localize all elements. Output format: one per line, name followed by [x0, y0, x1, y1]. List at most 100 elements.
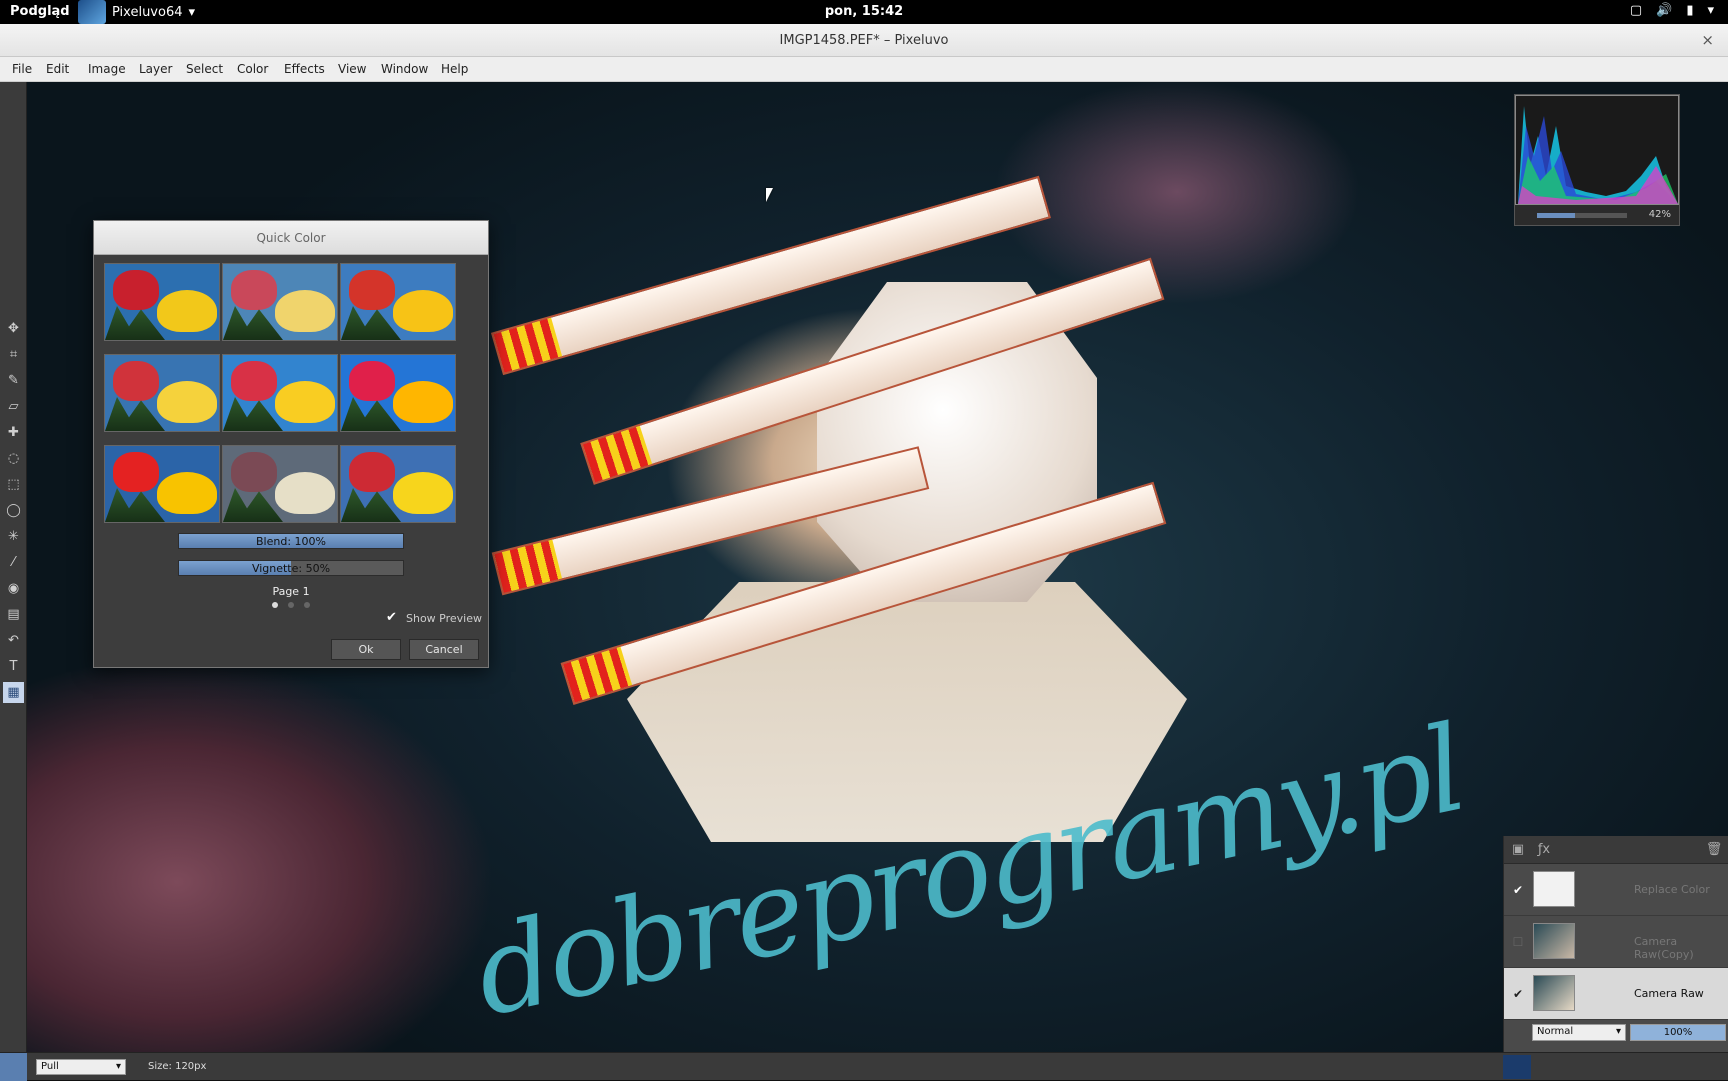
checkmark-icon: ✔ — [386, 610, 397, 625]
tool-mode-value: Pull — [41, 1061, 59, 1072]
battery-icon[interactable]: ▮ — [1686, 3, 1693, 18]
preset-thumbnail[interactable] — [340, 354, 456, 432]
layer-row[interactable]: ✔ Replace Color — [1504, 864, 1728, 916]
histogram-zoom[interactable]: 42% — [1519, 209, 1675, 223]
status-bar: Pull ▾ Size: 120px — [0, 1052, 1728, 1081]
vignette-label: Vignette: 50% — [251, 562, 331, 575]
page-dot[interactable] — [288, 602, 294, 608]
preset-thumbnail[interactable] — [104, 445, 220, 523]
preset-thumbnail[interactable] — [104, 354, 220, 432]
layer-visibility-checkbox[interactable]: ✔ — [1510, 986, 1526, 1002]
layer-name: Camera Raw — [1634, 987, 1704, 1000]
window-titlebar: IMGP1458.PEF* – Pixeluvo × — [0, 24, 1728, 57]
layer-visibility-checkbox[interactable]: ☐ — [1510, 934, 1526, 950]
chevron-down-icon[interactable]: ▾ — [1707, 3, 1714, 18]
navigator-icon[interactable] — [1503, 1055, 1531, 1079]
grid-toggle[interactable] — [0, 1053, 27, 1081]
pixeluvo-app-icon — [78, 0, 106, 24]
mouse-cursor — [766, 188, 780, 202]
app-menu[interactable]: Pixeluvo64 ▾ — [78, 0, 195, 24]
page-dot[interactable] — [272, 602, 278, 608]
blend-mode-select[interactable]: Normal ▾ — [1532, 1024, 1626, 1041]
page-label: Page 1 — [272, 585, 310, 598]
ok-button[interactable]: Ok — [331, 639, 401, 660]
menu-effects[interactable]: Effects — [284, 62, 325, 76]
marquee-icon[interactable]: ⬚ — [3, 474, 24, 495]
eye-icon[interactable]: ◉ — [3, 578, 24, 599]
clone-icon[interactable]: ✚ — [3, 422, 24, 443]
show-preview-label: Show Preview — [406, 611, 482, 625]
window-title: IMGP1458.PEF* – Pixeluvo — [779, 33, 949, 48]
window-icon[interactable]: ▢ — [1630, 3, 1642, 18]
blend-label: Blend: 100% — [256, 535, 326, 548]
preset-thumbnail[interactable] — [104, 263, 220, 341]
layers-toolbar: ▣ ƒx 🗑 — [1504, 836, 1728, 864]
mesh-icon[interactable]: ▦ — [3, 682, 24, 703]
text-icon[interactable]: T — [3, 656, 24, 677]
clock[interactable]: pon, 15:42 — [0, 4, 1728, 19]
blend-mode-value: Normal — [1537, 1026, 1574, 1037]
layer-row[interactable]: ☐ Camera Raw(Copy) — [1504, 916, 1728, 968]
activities-label[interactable]: Podgląd — [10, 4, 70, 19]
lasso-icon[interactable]: ◌ — [3, 448, 24, 469]
tool-panel: ✥ ⌗ ✎ ▱ ✚ ◌ ⬚ ◯ ✳ ⁄ ◉ ▤ ↶ T ▦ — [0, 82, 27, 1052]
preset-thumbnail[interactable] — [222, 445, 338, 523]
layer-row[interactable]: ✔ Camera Raw — [1504, 968, 1728, 1020]
undo-icon[interactable]: ↶ — [3, 630, 24, 651]
vignette-slider[interactable]: Vignette: 50% — [178, 560, 404, 576]
histogram-plot — [1515, 95, 1679, 205]
layer-opacity-slider[interactable]: 100% — [1630, 1024, 1726, 1041]
histogram-panel: 42% — [1514, 94, 1680, 226]
menu-edit[interactable]: Edit — [46, 62, 69, 76]
brush-icon[interactable]: ✎ — [3, 370, 24, 391]
wand-icon[interactable]: ✳ — [3, 526, 24, 547]
app-menu-label: Pixeluvo64 — [112, 4, 183, 20]
system-topbar: Podgląd Pixeluvo64 ▾ pon, 15:42 ▢ 🔊 ▮ ▾ — [0, 0, 1728, 24]
layer-thumbnail — [1533, 975, 1575, 1011]
cancel-button[interactable]: Cancel — [409, 639, 479, 660]
layer-name: Replace Color — [1634, 883, 1710, 896]
blend-slider[interactable]: Blend: 100% — [178, 533, 404, 549]
menu-image[interactable]: Image — [88, 62, 126, 76]
layer-name: Camera Raw(Copy) — [1634, 935, 1694, 961]
chevron-down-icon: ▾ — [1615, 1026, 1621, 1037]
menu-color[interactable]: Color — [237, 62, 268, 76]
zoom-slider[interactable] — [1537, 213, 1627, 218]
tool-mode-select[interactable]: Pull ▾ — [36, 1059, 126, 1075]
close-icon[interactable]: × — [1701, 31, 1714, 49]
menu-bar: File Edit Image Layer Select Color Effec… — [0, 57, 1728, 82]
move-icon[interactable]: ✥ — [3, 318, 24, 339]
menu-file[interactable]: File — [12, 62, 32, 76]
preset-thumbnail[interactable] — [340, 445, 456, 523]
new-layer-icon[interactable]: ▣ — [1508, 840, 1528, 860]
volume-icon[interactable]: 🔊 — [1656, 3, 1672, 18]
show-preview-checkbox[interactable]: ✔ Show Preview — [386, 611, 482, 625]
crop-icon[interactable]: ⌗ — [3, 344, 24, 365]
chevron-down-icon: ▾ — [115, 1061, 121, 1072]
trash-icon[interactable]: 🗑 — [1704, 840, 1724, 860]
fx-icon[interactable]: ƒx — [1534, 840, 1554, 860]
menu-help[interactable]: Help — [441, 62, 468, 76]
menu-view[interactable]: View — [338, 62, 366, 76]
adjustment-icon — [1533, 871, 1575, 907]
page-dot[interactable] — [304, 602, 310, 608]
zoom-percent: 42% — [1648, 209, 1671, 220]
gradient-icon[interactable]: ▤ — [3, 604, 24, 625]
eyedropper-icon[interactable]: ⁄ — [3, 552, 24, 573]
dialog-title: Quick Color — [94, 221, 488, 255]
eraser-icon[interactable]: ▱ — [3, 396, 24, 417]
layer-visibility-checkbox[interactable]: ✔ — [1510, 882, 1526, 898]
preset-thumbnail[interactable] — [222, 354, 338, 432]
menu-select[interactable]: Select — [186, 62, 223, 76]
preset-thumbnail[interactable] — [340, 263, 456, 341]
layer-thumbnail — [1533, 923, 1575, 959]
menu-window[interactable]: Window — [381, 62, 428, 76]
menu-layer[interactable]: Layer — [139, 62, 172, 76]
system-tray[interactable]: ▢ 🔊 ▮ ▾ — [1630, 3, 1714, 18]
brush-size: Size: 120px — [148, 1061, 207, 1072]
preset-thumbnail[interactable] — [222, 263, 338, 341]
ellipse-icon[interactable]: ◯ — [3, 500, 24, 521]
chevron-down-icon: ▾ — [188, 4, 196, 20]
quick-color-dialog: Quick Color Blend: 100% Vignette: 50% Pa… — [93, 220, 489, 668]
page-indicator[interactable] — [272, 602, 310, 608]
